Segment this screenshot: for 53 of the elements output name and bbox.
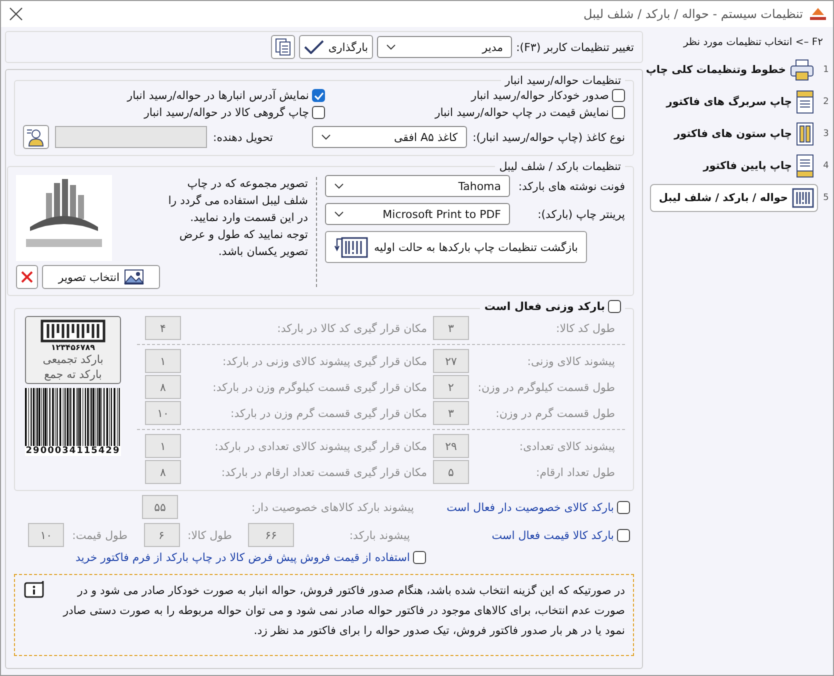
choose-image-button[interactable]: انتخاب تصویر <box>42 265 160 289</box>
nav-item[interactable]: حواله / بارکد / شلف لیبل <box>650 184 818 212</box>
special-barcode-label: بارکد کالای خصوصیت دار فعال است <box>446 500 614 514</box>
paper-type-dropdown[interactable]: کاغذ A۵ افقی <box>312 126 467 148</box>
user-settings-label: تغییر تنظیمات کاربر (F۳): <box>516 40 634 54</box>
aggregate-barcode-button[interactable]: ۱۲۳۴۵۶۷۸۹ بارکد تجمیعی بارکد ته جمع <box>25 316 121 384</box>
field-label: طول قسمت کیلوگرم در وزن: <box>476 380 616 394</box>
nav-item[interactable]: چاپ پایین فاکتور <box>650 152 818 180</box>
field-label: طول قیمت: <box>71 528 128 542</box>
window-title: تنظیمات سیستم - حواله / بارکد / شلف لیبل <box>583 7 803 21</box>
info-note: در صورتیکه که این گزینه انتخاب شده باشد، هنگام صدور فاکتور فروش، حواله انبار به صورت خودکار صادر می شود و در صورت عدم انتخاب، برای کالاهای موجود در فاکتور حواله صادر نمی شود و می توان حواله مربوطه را به صورت دستی صادر نمود یا در هر بار صدور فاکتور فروش، تیک صدور حواله را برای فاکتور مد نظر زد. <box>62 583 625 639</box>
item-number: 2 <box>822 97 830 107</box>
item-number: 4 <box>822 161 830 171</box>
group-title: تنظیمات بارکد / شلف لیبل <box>498 160 622 173</box>
field-label: مکان قرار گیری قسمت کیلوگرم وزن در بارکد: <box>212 380 427 394</box>
reset-barcode-button[interactable]: بازگشت تنظیمات چاپ بارکدها به حالت اولیه <box>325 231 587 263</box>
printer-dropdown[interactable]: Microsoft Print to PDF <box>325 203 510 225</box>
field-label: پیشوند کالای وزنی: <box>526 354 616 368</box>
field-label: مکان قرار گیری پیشوند کالای تعدادی در بارکد: <box>214 440 427 452</box>
option-label: نمایش آدرس انبارها در حواله/رسید انبار <box>127 89 309 102</box>
font-dropdown[interactable]: Tahoma <box>325 175 510 197</box>
field-label: پیشوند کالای تعدادی: <box>518 440 616 452</box>
field-label: مکان قرار گیری قسمت تعداد ارقام در بارکد: <box>220 466 427 478</box>
font-label: فونت نوشته های بارکد: <box>518 180 625 192</box>
user-dropdown[interactable]: مدیر <box>377 36 512 58</box>
load-button[interactable]: بارگذاری <box>299 35 374 59</box>
price-barcode-label: بارکد کالا قیمت فعال است <box>492 528 614 542</box>
field-label: طول تعداد ارقام: <box>534 466 616 478</box>
field-label: مکان قرار گیری کد کالا در بارکد: <box>276 322 427 334</box>
field-label: طول کد کالا: <box>554 322 616 334</box>
paper-type-label: نوع کاغذ (چاپ حواله/رسید انبار): <box>472 130 625 144</box>
field-label: طول قسمت گرم در وزن: <box>494 406 616 420</box>
field-label: مکان قرار گیری پیشوند کالای وزنی در بارکد: <box>222 354 427 368</box>
image-note: تصویر مجموعه که در چاپ شلف لیبل استفاده می گردد را در این قسمت وارد نمایید. توجه نمایید که طول و عرض تصویر یکسان باشد. <box>167 176 308 260</box>
group-title: تنظیمات حواله/رسید انبار <box>504 74 622 87</box>
option-label: نمایش قیمت در چاپ حواله/رسید انبار <box>434 106 609 119</box>
nav-item[interactable]: چاپ سربرگ های فاکتور <box>650 88 818 116</box>
nav-item[interactable]: چاپ ستون های فاکتور <box>650 120 818 148</box>
field-label: پیشوند بارکد کالاهای خصوصیت دار: <box>250 500 415 514</box>
weight-barcode-label: بارکد وزنی فعال است <box>484 300 605 313</box>
printer-label: پرینتر چاپ (بارکد): <box>538 208 625 220</box>
deliverer-label: تحویل دهنده: <box>213 130 273 144</box>
option-label: صدور خودکار حواله/رسید انبار <box>471 89 609 102</box>
field-label: طول کالا: <box>186 528 233 542</box>
item-number: 1 <box>822 65 830 75</box>
option-label: چاپ گروهی کالا در حواله/رسید انبار <box>144 106 309 119</box>
default-price-label: استفاده از قیمت فروش پیش فرض کالا در چاپ بارکد از فرم فاکتور خرید <box>75 551 410 564</box>
field-label: پیشوند بارکد: <box>348 528 411 542</box>
item-number: 3 <box>822 129 830 139</box>
nav-header: F۲ –> انتخاب تنظیمات مورد نظر <box>682 36 824 50</box>
item-number: 5 <box>822 193 830 203</box>
field-label: مکان قرار گیری قسمت گرم وزن در بارکد: <box>229 406 427 420</box>
sample-barcode: 2900034115429 <box>25 388 121 456</box>
